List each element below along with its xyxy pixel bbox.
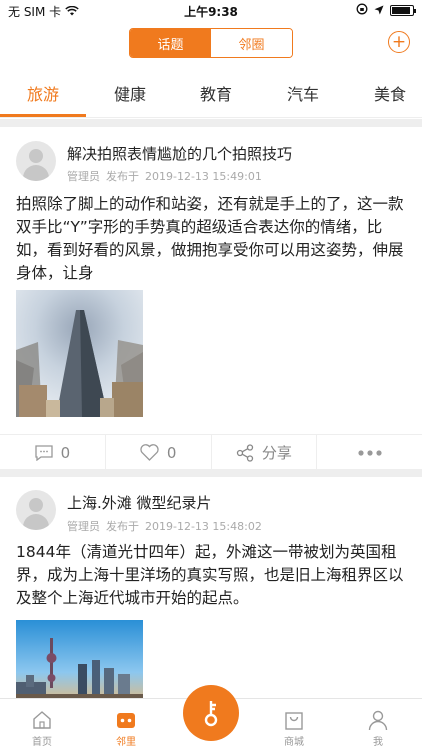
post-card[interactable]: 上海.外滩 微型纪录片 管理员 发布于 2019-12-13 15:48:02 18… <box>0 477 422 707</box>
tab-neighborhood[interactable]: 邻里 <box>96 709 156 748</box>
category-tabs: 旅游 健康 教育 汽车 美食 <box>0 66 422 118</box>
post-title[interactable]: 上海.外滩 微型纪录片 <box>67 492 212 513</box>
tab-food[interactable]: 美食 <box>374 81 406 105</box>
avatar[interactable] <box>16 141 56 181</box>
segmented-control: 话题 邻圈 <box>129 28 293 58</box>
comment-count: 0 <box>60 443 71 462</box>
neighborhood-icon <box>117 713 135 728</box>
post-body: 拍照除了脚上的动作和站姿，还有就是手上的了，这一款双手比“Y”字形的手势真的超级… <box>16 195 404 282</box>
post-author: 管理员 <box>67 170 100 183</box>
key-icon <box>204 701 218 727</box>
tab-home-label: 首页 <box>32 737 52 748</box>
home-icon <box>33 711 51 729</box>
segment-neighborhood[interactable]: 邻圈 <box>211 29 292 57</box>
post-published-label: 发布于 <box>106 170 139 183</box>
post-card[interactable]: 解决拍照表情尴尬的几个拍照技巧 管理员 发布于 2019-12-13 15:49:0… <box>0 127 422 470</box>
post-published-label: 发布于 <box>106 520 139 533</box>
segment-topics[interactable]: 话题 <box>130 29 211 57</box>
section-divider <box>0 119 422 127</box>
comment-icon <box>34 444 53 461</box>
key-button[interactable] <box>183 685 239 741</box>
plus-icon: + <box>391 31 407 52</box>
bottom-tab-bar: 首页 邻里 商城 我 <box>0 685 422 750</box>
shopping-bag-icon <box>285 712 303 730</box>
like-count: 0 <box>166 443 177 462</box>
tab-home[interactable]: 首页 <box>12 709 72 748</box>
post-meta: 管理员 发布于 2019-12-13 15:49:01 <box>67 168 262 184</box>
post-title[interactable]: 解决拍照表情尴尬的几个拍照技巧 <box>67 143 292 164</box>
post-meta: 管理员 发布于 2019-12-13 15:48:02 <box>67 518 262 534</box>
post-author: 管理员 <box>67 520 100 533</box>
section-divider <box>0 469 422 477</box>
tab-mall-label: 商城 <box>284 737 304 748</box>
active-tab-indicator <box>0 114 86 117</box>
comment-button[interactable]: 0 <box>0 435 106 470</box>
post-actions: 0 0 分享 <box>0 434 422 470</box>
orientation-lock-icon <box>356 3 368 18</box>
heart-icon <box>140 444 159 461</box>
like-button[interactable]: 0 <box>106 435 212 470</box>
location-icon <box>374 4 384 18</box>
more-dots-icon <box>358 449 382 456</box>
battery-icon <box>390 5 416 16</box>
avatar[interactable] <box>16 490 56 530</box>
tab-health[interactable]: 健康 <box>114 81 146 105</box>
tab-neighborhood-label: 邻里 <box>116 737 136 748</box>
more-button[interactable] <box>317 435 422 470</box>
tab-me[interactable]: 我 <box>348 709 408 748</box>
tab-education[interactable]: 教育 <box>200 81 232 105</box>
share-button[interactable]: 分享 <box>212 435 318 470</box>
user-icon <box>368 710 388 731</box>
tab-me-label: 我 <box>373 737 383 748</box>
top-header: 话题 邻圈 + <box>0 22 422 66</box>
post-date: 2019-12-13 15:48:02 <box>145 520 262 533</box>
post-image-skyscraper[interactable] <box>16 290 143 417</box>
tab-mall[interactable]: 商城 <box>264 709 324 748</box>
post-body: 1844年（清道光廿四年）起，外滩这一带被划为英国租界，成为上海十里洋场的真实写… <box>16 543 404 607</box>
tab-travel[interactable]: 旅游 <box>27 81 59 105</box>
post-image-shanghai[interactable] <box>16 620 143 707</box>
post-date: 2019-12-13 15:49:01 <box>145 170 262 183</box>
add-post-button[interactable]: + <box>388 31 410 53</box>
share-label: 分享 <box>261 444 292 462</box>
share-icon <box>236 443 254 462</box>
app-screen: 无 SIM 卡 上午9:38 话题 邻圈 + 旅游 健康 教育 汽车 美食 解决… <box>0 0 422 750</box>
tab-cars[interactable]: 汽车 <box>287 81 319 105</box>
status-bar: 无 SIM 卡 上午9:38 <box>0 0 422 22</box>
